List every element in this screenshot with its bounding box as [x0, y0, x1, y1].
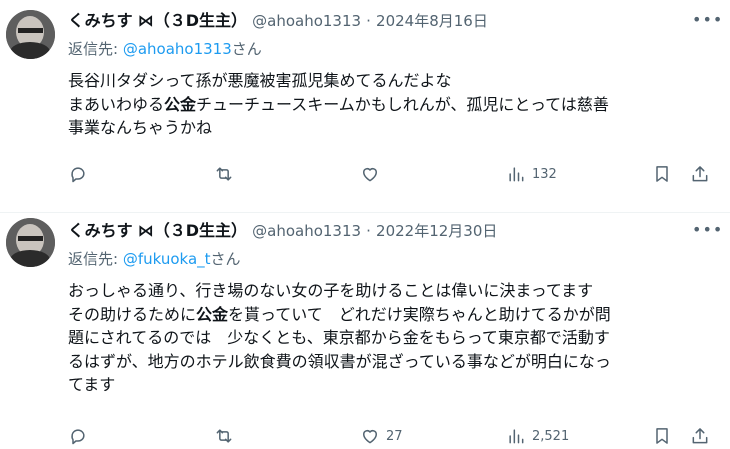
author-name[interactable]: くみちす [68, 221, 133, 240]
views-icon [509, 167, 524, 182]
tweet-text-line: 事業なんちゃうかね [68, 118, 213, 137]
share-icon [692, 166, 708, 182]
tweet-text-line: おっしゃる通り、行き場のない女の子を助けることは偉いに決まってます [68, 281, 594, 300]
action-bar: 132 [68, 162, 720, 186]
tweet-text-line: その助けるために公金を貰っていて どれだけ実際ちゃんと助けてるかが問 [68, 304, 611, 324]
retweet-button[interactable] [214, 424, 240, 448]
tweet-text-line: てます [68, 375, 116, 394]
tweet-header: くみちす ⋈（３D生主） @ahoaho1313 · 2024年8月16日 [68, 10, 488, 32]
reply-button[interactable] [68, 424, 94, 448]
tweet[interactable]: くみちす ⋈（３D生主） @ahoaho1313 · 2022年12月30日 •… [0, 213, 730, 449]
reply-to-suffix: さん [210, 250, 241, 268]
reply-to-suffix: さん [231, 40, 262, 58]
more-options-icon[interactable]: ••• [692, 222, 722, 244]
reply-to-prefix: 返信先: [68, 250, 123, 268]
share-icon [692, 428, 708, 444]
action-bar: 27 2,521 [68, 424, 720, 448]
reply-to-mention[interactable]: @fukuoka_t [123, 250, 211, 268]
views-button[interactable]: 132 [506, 162, 557, 186]
tweet-text-line: まあいわゆる公金チューチュースキームかもしれんが、孤児にとっては慈善 [68, 94, 609, 114]
reply-to-line: 返信先: @ahoaho1313さん [68, 38, 262, 60]
views-count: 132 [532, 166, 557, 182]
separator-dot: · [366, 12, 371, 30]
share-button[interactable] [690, 162, 710, 186]
tweet-text: 長谷川タダシって孫が悪魔被害孤児集めてるんだよな まあいわゆる公金チューチュース… [68, 69, 718, 140]
retweet-icon [216, 167, 232, 181]
tweet-text-line: 題にされてるのでは 少なくとも、東京都から金をもらって東京都で活動す [68, 328, 610, 347]
author-badge[interactable]: ⋈（３D生主） [138, 11, 247, 30]
retweet-icon [216, 429, 232, 443]
views-icon [509, 429, 524, 444]
reply-to-line: 返信先: @fukuoka_tさん [68, 248, 241, 270]
tweet-text-line: るはずが、地方のホテル飲食費の領収書が混ざっている事などが明白になっ [68, 351, 611, 371]
author-badge[interactable]: ⋈（３D生主） [138, 221, 247, 240]
retweet-button[interactable] [214, 162, 240, 186]
heart-icon [363, 168, 377, 182]
reply-button[interactable] [68, 162, 94, 186]
avatar[interactable] [6, 218, 55, 267]
author-handle[interactable]: @ahoaho1313 [252, 222, 361, 240]
author-handle[interactable]: @ahoaho1313 [252, 12, 361, 30]
tweet-text: おっしゃる通り、行き場のない女の子を助けることは偉いに決まってます その助けるた… [68, 279, 718, 397]
tweet-date[interactable]: 2022年12月30日 [376, 222, 497, 240]
bookmark-button[interactable] [652, 162, 672, 186]
avatar[interactable] [6, 10, 55, 59]
author-name[interactable]: くみちす [68, 11, 133, 30]
views-button[interactable]: 2,521 [506, 424, 569, 448]
reply-to-mention[interactable]: @ahoaho1313 [123, 40, 232, 58]
like-button[interactable] [360, 162, 386, 186]
tweet-date[interactable]: 2024年8月16日 [376, 12, 488, 30]
share-button[interactable] [690, 424, 710, 448]
tweet-header: くみちす ⋈（３D生主） @ahoaho1313 · 2022年12月30日 [68, 220, 497, 242]
like-count: 27 [386, 428, 403, 444]
reply-to-prefix: 返信先: [68, 40, 123, 58]
reply-icon [71, 429, 85, 445]
more-options-icon[interactable]: ••• [692, 12, 722, 34]
views-count: 2,521 [532, 428, 570, 444]
bookmark-icon [656, 428, 668, 444]
tweet[interactable]: くみちす ⋈（３D生主） @ahoaho1313 · 2024年8月16日 ••… [0, 0, 730, 213]
bookmark-icon [656, 166, 668, 182]
tweet-text-line: 長谷川タダシって孫が悪魔被害孤児集めてるんだよな [68, 71, 452, 90]
reply-icon [71, 167, 85, 183]
like-button[interactable]: 27 [360, 424, 403, 448]
separator-dot: · [366, 222, 371, 240]
heart-icon [363, 430, 377, 444]
bookmark-button[interactable] [652, 424, 672, 448]
